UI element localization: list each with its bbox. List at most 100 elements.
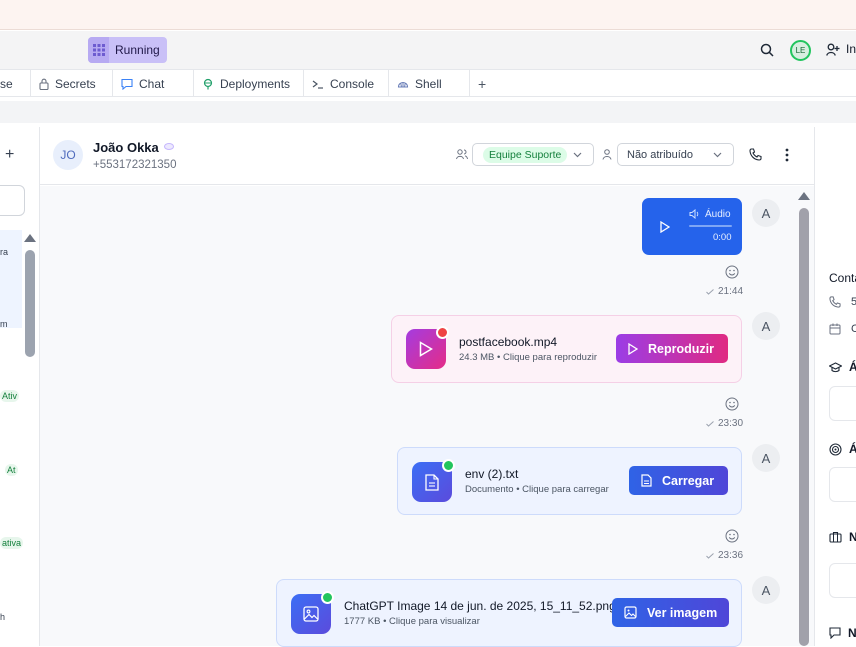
conversation-fragment: h [0, 612, 6, 622]
time-label: 21:44 [718, 286, 744, 297]
date-fragment: C [851, 323, 856, 335]
tab-console[interactable]: Console [304, 70, 389, 97]
section-label: N [849, 530, 856, 544]
time-label: 23:30 [718, 418, 744, 429]
check-icon [706, 420, 714, 427]
tab-shell[interactable]: Shell [389, 70, 470, 97]
conversation-item-selected[interactable]: ra m [0, 230, 22, 329]
scroll-up-arrow[interactable] [24, 234, 36, 242]
chat-scrollbar-thumb[interactable] [799, 208, 809, 646]
tab-label: Chat [139, 76, 165, 91]
tab-label: Secrets [55, 76, 96, 91]
avatar-initials: LE [795, 46, 806, 55]
tab-database[interactable]: se [0, 70, 31, 97]
comment-icon [829, 627, 841, 639]
image-message[interactable]: ChatGPT Image 14 de jun. de 2025, 15_11_… [276, 579, 742, 647]
new-tab-button[interactable]: + [470, 70, 500, 97]
target-field[interactable] [829, 467, 856, 502]
view-image-button[interactable]: Ver imagem [612, 598, 729, 627]
emoji-reaction-icon[interactable] [725, 529, 739, 543]
play-video-button[interactable]: Reproduzir [616, 334, 728, 363]
run-status-button[interactable]: Running [88, 37, 167, 63]
tab-label: se [0, 76, 13, 91]
search-icon[interactable] [760, 43, 774, 62]
tab-chat[interactable]: Chat [113, 70, 194, 97]
contact-avatar[interactable]: JO [53, 140, 83, 170]
emoji-reaction-icon[interactable] [725, 397, 739, 411]
assignee-select[interactable]: Não atribuído [617, 143, 734, 166]
briefcase-icon [829, 531, 842, 543]
record-indicator [436, 326, 449, 339]
file-meta: 24.3 MB • Clique para reproduzir [459, 352, 597, 363]
scroll-up-arrow[interactable] [798, 192, 810, 200]
team-badge: Equipe Suporte [483, 146, 568, 163]
sender-initial: A [761, 205, 771, 221]
tab-label: Console [330, 76, 375, 91]
deploy-icon [203, 78, 213, 89]
status-badge: ativa [0, 537, 24, 549]
image-icon [624, 606, 637, 619]
address-bar[interactable] [0, 101, 856, 123]
grid-icon [88, 37, 109, 63]
section-label: N [848, 626, 856, 640]
education-section: Á [829, 360, 856, 374]
tab-secrets[interactable]: Secrets [31, 70, 113, 97]
invite-button[interactable]: In [826, 42, 856, 56]
chat-header: JO João Okka +553172321350 Equipe Suport… [40, 127, 814, 185]
list-scrollbar-thumb[interactable] [25, 250, 35, 357]
time-label: 23:36 [718, 550, 744, 561]
business-section: N [829, 530, 856, 544]
chat-scrollbar[interactable] [798, 186, 814, 646]
file-name: ChatGPT Image 14 de jun. de 2025, 15_11_… [344, 599, 616, 613]
target-section: Á [829, 442, 856, 456]
contact-date-row: C [829, 323, 856, 335]
invite-label: In [846, 42, 856, 56]
check-icon [706, 552, 714, 559]
sender-initial: A [761, 582, 771, 598]
sender-initial: A [761, 450, 771, 466]
conversation-fragment: ra [0, 247, 9, 257]
sender-avatar: A [752, 444, 780, 472]
document-icon [641, 474, 652, 487]
status-indicator [321, 591, 334, 604]
chat-icon [121, 78, 133, 90]
audio-progress-track[interactable] [689, 225, 732, 227]
sender-avatar: A [752, 576, 780, 604]
phone-fragment: 5 [851, 296, 856, 308]
education-field[interactable] [829, 386, 856, 421]
team-select[interactable]: Equipe Suporte [472, 143, 594, 166]
check-icon [706, 288, 714, 295]
contact-initials: JO [60, 148, 76, 162]
document-message[interactable]: env (2).txt Documento • Clique para carr… [397, 447, 742, 515]
shell-icon [397, 81, 409, 88]
assignee-label: Não atribuído [627, 148, 694, 161]
add-user-icon [826, 43, 840, 56]
terminal-icon [312, 80, 323, 89]
volume-icon [689, 209, 699, 219]
more-options-icon[interactable] [785, 148, 789, 162]
phone-icon [829, 296, 841, 308]
new-tab-label: + [478, 75, 487, 92]
file-name: postfacebook.mp4 [459, 335, 558, 349]
user-avatar[interactable]: LE [790, 40, 811, 61]
conversation-list: + ra m Ativ At ativa h [0, 127, 40, 646]
phone-icon[interactable] [749, 148, 762, 161]
play-icon[interactable] [660, 221, 670, 233]
sender-initial: A [761, 318, 771, 334]
audio-message[interactable]: Áudio 0:00 [642, 198, 742, 255]
business-field[interactable] [829, 563, 856, 598]
document-icon [425, 473, 439, 491]
add-conversation-button[interactable]: + [5, 146, 14, 164]
load-document-button[interactable]: Carregar [629, 466, 728, 495]
lock-icon [39, 78, 49, 90]
sender-avatar: A [752, 199, 780, 227]
tab-label: Deployments [220, 76, 291, 91]
status-badge: At [5, 464, 18, 476]
section-label: Á [849, 442, 856, 456]
tab-deployments[interactable]: Deployments [194, 70, 304, 97]
tab-bar: se Secrets Chat Deployments Console Shel… [0, 69, 856, 97]
emoji-reaction-icon[interactable] [725, 265, 739, 279]
contact-name: João Okka [93, 140, 159, 155]
video-message[interactable]: postfacebook.mp4 24.3 MB • Clique para r… [391, 315, 742, 383]
conversation-search-input[interactable] [0, 185, 25, 216]
